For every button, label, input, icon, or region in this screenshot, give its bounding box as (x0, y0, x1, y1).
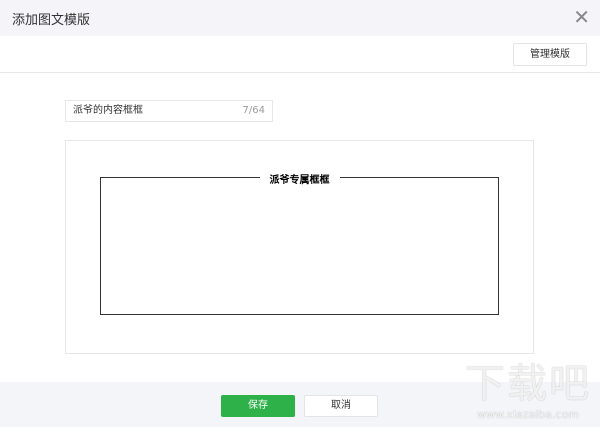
preview-frame: 派爷专属框框 (100, 171, 499, 315)
watermark-url: www.xiazaiba.com (476, 408, 580, 421)
toolbar (0, 36, 600, 73)
cancel-button[interactable]: 取消 (304, 395, 378, 417)
template-title-input[interactable]: 派爷的内容框框 7/64 (65, 100, 273, 122)
watermark-logo-text: 下载吧 (465, 361, 591, 407)
char-counter: 7/64 (242, 105, 265, 116)
manage-templates-button[interactable]: 管理模版 (513, 43, 587, 66)
dialog-header: 添加图文模版 ✕ (0, 0, 600, 36)
dialog-title: 添加图文模版 (12, 13, 91, 28)
input-value: 派爷的内容框框 (73, 105, 143, 116)
close-icon[interactable]: ✕ (573, 5, 590, 29)
save-button[interactable]: 保存 (221, 395, 295, 417)
frame-title: 派爷专属框框 (259, 171, 340, 186)
watermark-logo: 下载吧 www.xiazaiba.com (458, 360, 598, 426)
